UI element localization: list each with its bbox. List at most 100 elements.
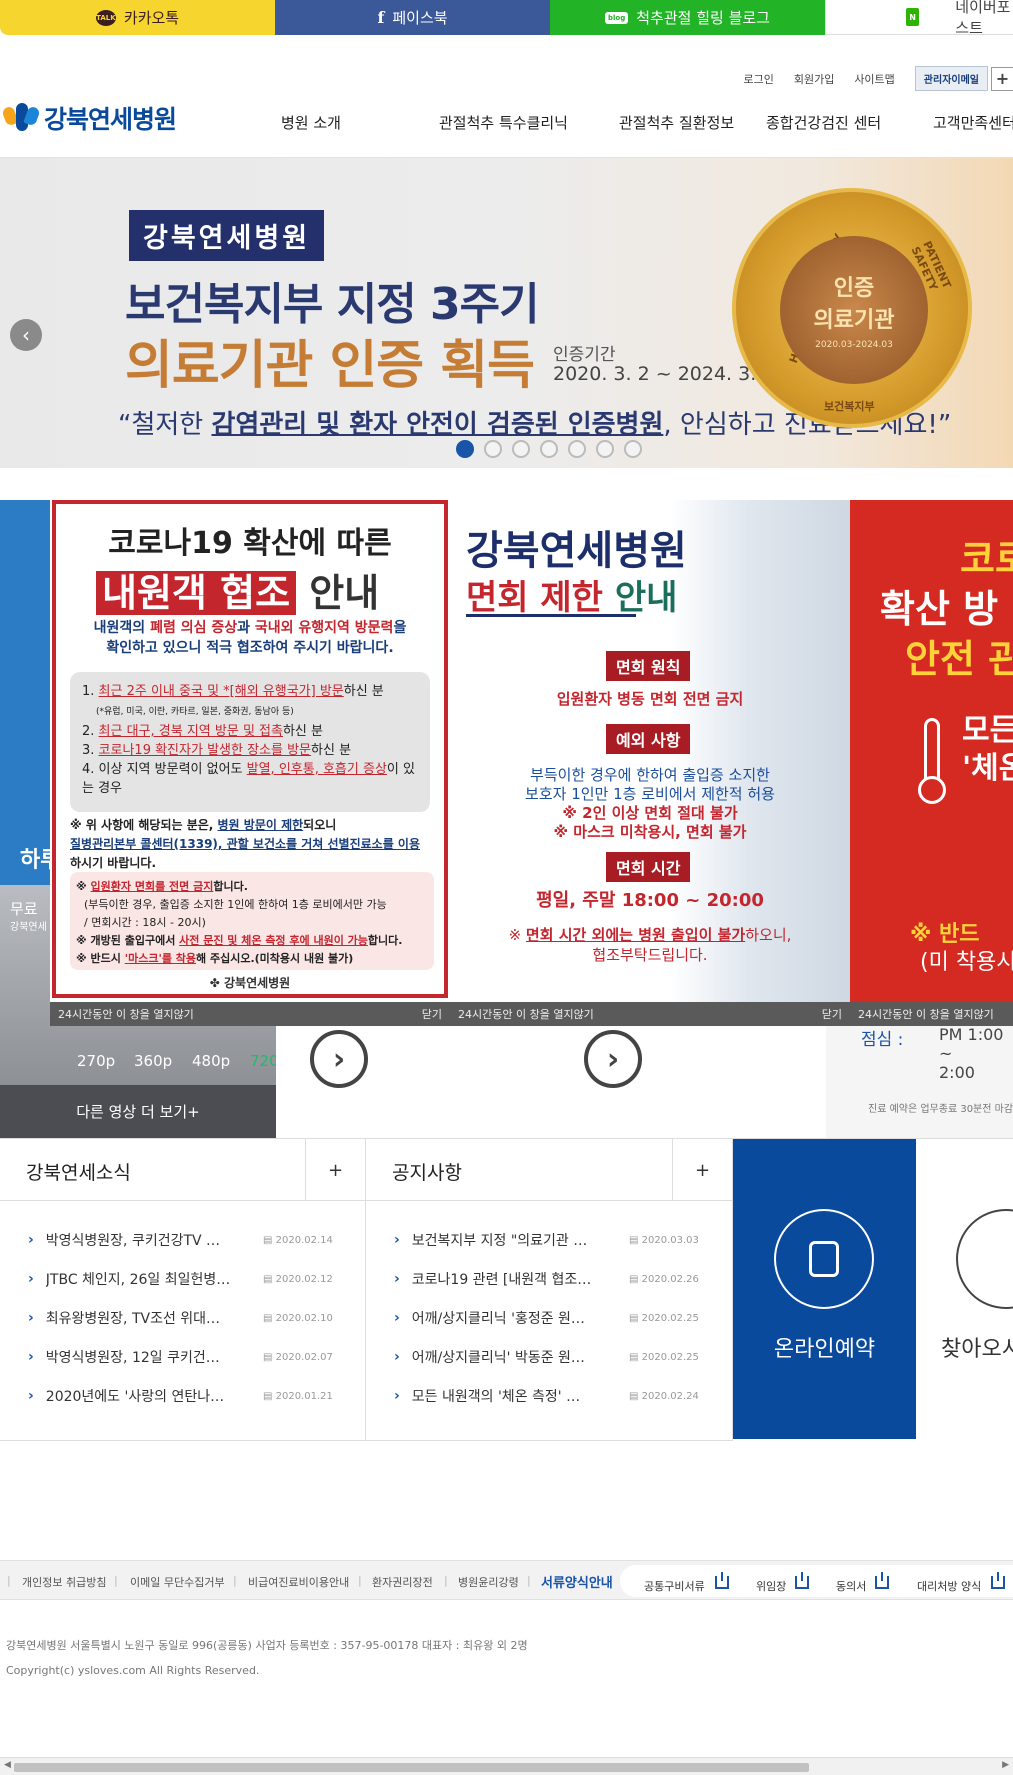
nav-item-clinic[interactable]: 관절척추 특수클리닉 xyxy=(439,112,568,133)
doc-common[interactable]: 공통구비서류 xyxy=(644,1578,705,1594)
nav-item-checkup-center[interactable]: 종합건강검진 센터 xyxy=(766,112,881,133)
scroll-left-icon[interactable]: ◀ xyxy=(4,1760,11,1770)
plus-button[interactable]: + xyxy=(991,66,1013,91)
popup2-image[interactable]: 강북연세병원 면회 제한 안내 면회 원칙 입원환자 병동 면회 전면 금지 예… xyxy=(450,500,850,1002)
doc-consent[interactable]: 동의서 xyxy=(836,1578,866,1594)
notice-row[interactable]: › 어깨/상지클리닉 '홍정준 원… ▤ 2020.02.25 xyxy=(394,1308,699,1328)
kakao-label: 카카오톡 xyxy=(123,9,180,27)
notice-row[interactable]: › 보건복지부 지정 "의료기관 … ▤ 2020.03.03 xyxy=(394,1230,699,1250)
scrollbar-thumb[interactable] xyxy=(14,1763,809,1772)
popup-image[interactable]: 코로나19 확산에 따른 내원객 협조 안내 내원객의 폐렴 의심 증상과 국내… xyxy=(52,500,448,998)
popup2-title2: 면회 제한 안내 xyxy=(466,578,678,618)
facebook-label: 페이스북 xyxy=(392,9,448,27)
download-icon[interactable] xyxy=(715,1572,729,1589)
news-row[interactable]: › 박영식병원장, 12일 쿠키건… ▤ 2020.02.07 xyxy=(28,1347,333,1367)
notice-row[interactable]: › 모든 내원객의 '체온 측정' … ▤ 2020.02.24 xyxy=(394,1386,699,1406)
news-row[interactable]: › 박영식병원장, 쿠키건강TV … ▤ 2020.02.14 xyxy=(28,1230,333,1250)
banner-dot[interactable] xyxy=(512,440,530,458)
footer-link-email[interactable]: 이메일 무단수집거부 xyxy=(130,1574,225,1590)
certification-seal: HEALTHCARE QUALITY PATIENT SAFETY 보건복지부 … xyxy=(732,188,972,428)
kakao-link[interactable]: TALK 카카오톡 xyxy=(0,0,275,35)
resolution-480[interactable]: 480p xyxy=(192,1052,230,1070)
banner-dot[interactable] xyxy=(624,440,642,458)
banner-prev-arrow-icon[interactable]: ‹ xyxy=(10,319,42,351)
doc-proxy-prescription[interactable]: 대리처방 양식 xyxy=(917,1578,981,1594)
download-icon[interactable] xyxy=(795,1572,809,1589)
facebook-link[interactable]: f 페이스북 xyxy=(275,0,550,35)
footer-link-ethics[interactable]: 병원윤리강령 xyxy=(458,1574,519,1590)
sitemap-link[interactable]: 사이트맵 xyxy=(854,71,894,87)
directions-button[interactable]: 찾아오시 xyxy=(916,1139,1013,1439)
news-row-title: 박영식병원장, 12일 쿠키건… xyxy=(45,1350,220,1366)
banner-dot[interactable] xyxy=(484,440,502,458)
horizontal-scrollbar[interactable]: ◀ ▶ xyxy=(0,1757,1013,1775)
footer-link-privacy[interactable]: 개인정보 취급방침 xyxy=(22,1574,106,1590)
login-link[interactable]: 로그인 xyxy=(743,71,773,87)
download-icon[interactable] xyxy=(875,1572,889,1589)
popup2-hide-24h[interactable]: 24시간동안 이 창을 열지않기 xyxy=(458,1006,594,1022)
news-row-date: ▤ 2020.02.07 xyxy=(263,1351,333,1363)
footer-copyright: Copyright(c) ysloves.com All Rights Rese… xyxy=(6,1664,260,1677)
video-thumb-sub: 강북연세 xyxy=(10,922,47,933)
kakao-talk-icon: TALK xyxy=(95,9,116,26)
util-links: 로그인 회원가입 사이트맵 관리자이메일 + xyxy=(743,66,1013,91)
doc-proxy[interactable]: 위임장 xyxy=(756,1578,786,1594)
banner-dot[interactable] xyxy=(540,440,558,458)
news-more-button[interactable]: + xyxy=(305,1139,365,1201)
popup1-close[interactable]: 닫기 xyxy=(422,1006,442,1022)
footer-link-patient-rights[interactable]: 환자권리장전 xyxy=(372,1574,433,1590)
logo[interactable]: 강북연세병원 xyxy=(1,100,177,136)
footer-link-noncovered[interactable]: 비급여진료비이용안내 xyxy=(248,1574,349,1590)
scroll-right-icon[interactable]: ▶ xyxy=(1002,1760,1009,1770)
blog-link[interactable]: blog 척추관절 힐링 블로그 xyxy=(550,0,825,35)
banner-dot[interactable] xyxy=(568,440,586,458)
notice-row-date: ▤ 2020.03.03 xyxy=(629,1234,699,1246)
online-reservation-button[interactable]: 온라인예약 xyxy=(733,1139,916,1439)
popup3-t2: 확산 방 xyxy=(880,587,999,631)
admin-email-button[interactable]: 관리자이메일 xyxy=(914,66,988,91)
banner-dot[interactable] xyxy=(596,440,614,458)
calendar-icon: ▤ xyxy=(263,1312,276,1324)
banner-line2: 의료기관 인증 획득 xyxy=(125,336,535,396)
news-row[interactable]: › 최유왕병원장, TV조선 위대… ▤ 2020.02.10 xyxy=(28,1308,333,1328)
calendar-icon: ▤ xyxy=(629,1390,642,1402)
popup1-bar: 24시간동안 이 창을 열지않기 닫기 xyxy=(50,1002,450,1026)
resolution-720[interactable]: 720 xyxy=(250,1052,279,1070)
banner-dot[interactable] xyxy=(456,440,474,458)
news-row[interactable]: › JTBC 체인지, 26일 최일헌병… ▤ 2020.02.12 xyxy=(28,1269,333,1289)
naver-post-link[interactable]: N 네이버포스트 xyxy=(825,0,1013,37)
notice-row[interactable]: › 어깨/상지클리닉' 박동준 원… ▤ 2020.02.25 xyxy=(394,1347,699,1367)
popup-visitor-notice: 코로나19 확산에 따른 내원객 협조 안내 내원객의 폐렴 의심 증상과 국내… xyxy=(50,500,450,1026)
map-icon xyxy=(956,1209,1013,1309)
popup2-title1: 강북연세병원 xyxy=(466,528,687,574)
popup2-text1: 입원환자 병동 면회 전면 금지 xyxy=(556,690,744,708)
reservation-icon xyxy=(774,1209,874,1309)
resolution-360[interactable]: 360p xyxy=(134,1052,172,1070)
popup3-image[interactable]: 코로 확산 방 안전 관 모든 '체온 ※ 반드 (미 착용시 xyxy=(850,500,1013,1002)
naver-post-label: 네이버포스트 xyxy=(955,0,1011,37)
banner-pagination xyxy=(456,440,652,458)
nav-item-disease-info[interactable]: 관절척추 질환정보 xyxy=(619,112,734,133)
notice-row[interactable]: › 코로나19 관련 [내원객 협조… ▤ 2020.02.26 xyxy=(394,1269,699,1289)
footer-link-forms[interactable]: 서류양식안내 xyxy=(541,1572,613,1591)
next-arrow-icon[interactable]: › xyxy=(584,1030,642,1088)
popup1-subtitle: 내원객의 폐렴 의심 증상과 국내외 유행지역 방문력을 확인하고 있으니 적극… xyxy=(93,620,407,656)
reservation-note: 진료 예약은 업무종료 30분전 마감 xyxy=(868,1104,1013,1115)
more-videos-button[interactable]: 다른 영상 더 보기+ xyxy=(0,1085,276,1138)
next-arrow-icon[interactable]: › xyxy=(310,1030,368,1088)
popup-safety-notice: 코로 확산 방 안전 관 모든 '체온 ※ 반드 (미 착용시 24시간동안 이 … xyxy=(850,500,1013,1026)
resolution-270[interactable]: 270p xyxy=(77,1052,115,1070)
online-reservation-label: 온라인예약 xyxy=(773,1337,876,1362)
notice-more-button[interactable]: + xyxy=(672,1139,732,1201)
popup3-hide-24h[interactable]: 24시간동안 이 창을 열지않기 xyxy=(858,1006,994,1022)
nav-item-about[interactable]: 병원 소개 xyxy=(281,112,341,133)
news-row[interactable]: › 2020년에도 '사랑의 연탄나… ▤ 2020.01.21 xyxy=(28,1386,333,1406)
popup2-tag2: 예외 사항 xyxy=(606,724,691,754)
nav-item-customer-center[interactable]: 고객만족센터 xyxy=(933,112,1013,133)
popup1-hide-24h[interactable]: 24시간동안 이 창을 열지않기 xyxy=(58,1006,194,1022)
join-link[interactable]: 회원가입 xyxy=(794,71,834,87)
download-icon[interactable] xyxy=(991,1572,1005,1589)
popup2-close[interactable]: 닫기 xyxy=(822,1006,842,1022)
popup-visitation-limit: 강북연세병원 면회 제한 안내 면회 원칙 입원환자 병동 면회 전면 금지 예… xyxy=(450,500,850,1026)
main-banner[interactable]: 강북연세병원 보건복지부 지정 3주기 의료기관 인증 획득 인증기간 2020… xyxy=(0,158,1013,468)
